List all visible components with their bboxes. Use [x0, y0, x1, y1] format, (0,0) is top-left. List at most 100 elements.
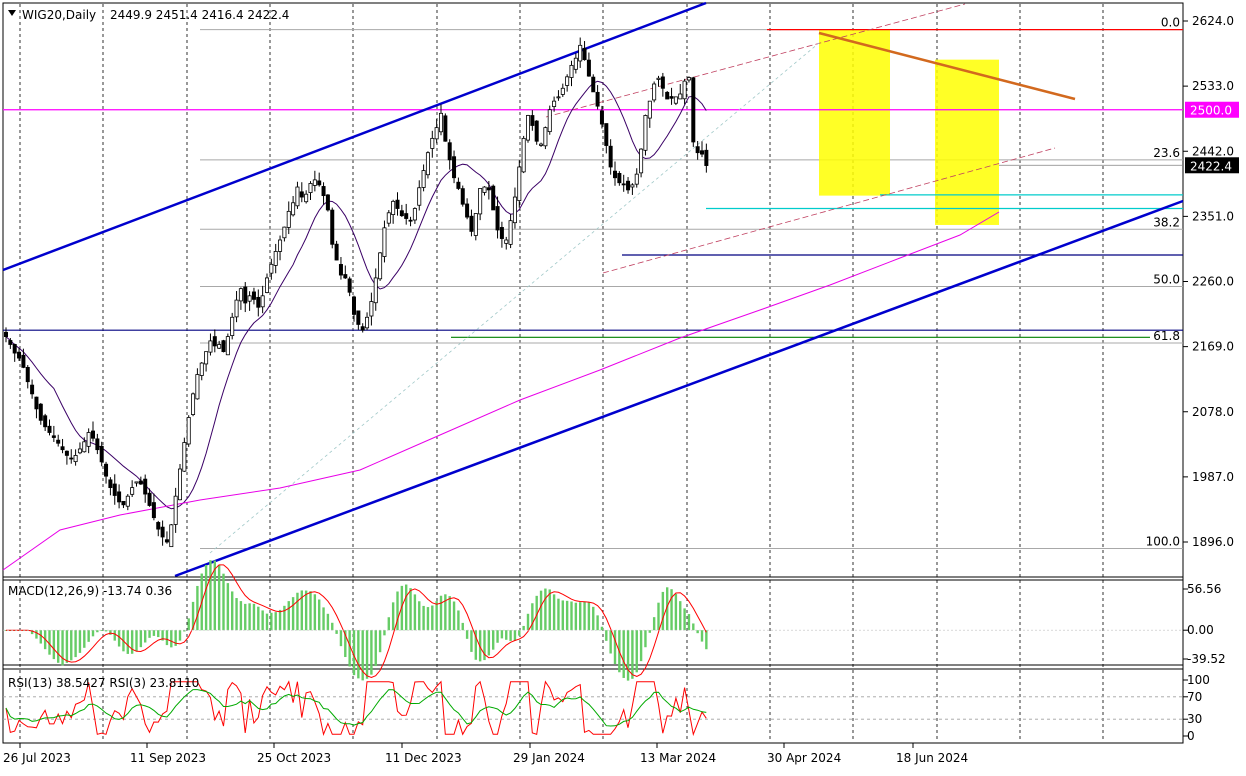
- candle-body: [465, 203, 470, 218]
- candle-body: [338, 264, 343, 276]
- macd-histogram-bar: [613, 630, 617, 665]
- candle-body: [304, 193, 309, 203]
- macd-histogram-bar: [326, 613, 330, 631]
- candle-body: [682, 80, 687, 100]
- candle-body: [686, 77, 691, 81]
- candle-body: [621, 183, 626, 186]
- macd-histogram-bar: [318, 599, 321, 631]
- macd-histogram-bar: [539, 590, 543, 631]
- time-tick-label: 30 Apr 2024: [767, 751, 841, 765]
- candle-body: [700, 150, 705, 155]
- candle-body: [251, 291, 256, 300]
- candle-body: [678, 93, 683, 100]
- candle-body: [569, 64, 574, 78]
- candle-body: [12, 344, 17, 354]
- macd-histogram-bar: [509, 630, 512, 641]
- candle-body: [417, 187, 422, 206]
- candle-body: [217, 344, 222, 349]
- macd-histogram-bar: [635, 630, 638, 673]
- candle-body: [99, 445, 104, 463]
- macd-histogram-bar: [65, 630, 69, 663]
- candle-body: [225, 336, 230, 356]
- macd-histogram-bar: [587, 602, 591, 631]
- macd-histogram-bar: [544, 588, 547, 631]
- candle-body: [295, 186, 300, 207]
- macd-histogram-bar: [639, 630, 643, 662]
- candle-body: [669, 96, 674, 99]
- time-tick-label: 11 Sep 2023: [130, 751, 206, 765]
- candle-body: [517, 166, 522, 202]
- macd-histogram-bar: [405, 584, 408, 631]
- macd-histogram-bar: [157, 630, 160, 638]
- candle-body: [604, 123, 609, 146]
- candle-body: [108, 479, 113, 489]
- candle-body: [86, 432, 91, 447]
- candle-body: [173, 495, 178, 525]
- candle-body: [530, 115, 535, 126]
- candle-body: [404, 213, 409, 219]
- candle-body: [286, 210, 291, 228]
- macd-histogram-bar: [579, 602, 582, 631]
- candle-body: [378, 252, 383, 280]
- candle-body: [652, 83, 657, 101]
- price-tick-label: 2533.0: [1192, 79, 1234, 93]
- fibonacci-label: 50.0: [1153, 273, 1180, 287]
- macd-histogram-bar: [104, 630, 108, 632]
- candle-body: [182, 442, 187, 472]
- macd-scale-label: -39.52: [1187, 652, 1226, 666]
- candle-body: [21, 354, 26, 368]
- macd-scale-label: 56.56: [1187, 582, 1221, 596]
- candle-body: [221, 340, 226, 353]
- candle-body: [626, 180, 631, 191]
- candle-body: [365, 316, 370, 329]
- candle-body: [95, 438, 100, 451]
- macd-histogram-bar: [152, 630, 156, 636]
- macd-histogram-bar: [526, 613, 530, 631]
- candle-body: [351, 296, 356, 315]
- candle-body: [91, 430, 96, 439]
- macd-histogram-bar: [196, 585, 199, 631]
- fibonacci-label: 100.0: [1146, 534, 1180, 548]
- symbol-label[interactable]: WIG20,Daily: [22, 8, 96, 22]
- macd-histogram-bar: [700, 630, 704, 642]
- macd-histogram-bar: [304, 590, 308, 631]
- candle-body: [599, 110, 604, 125]
- candle-body: [64, 450, 69, 456]
- candle-body: [386, 212, 391, 224]
- candle-body: [356, 310, 361, 325]
- candle-body: [491, 185, 496, 211]
- candle-body: [204, 351, 209, 365]
- macd-histogram-bar: [265, 613, 269, 631]
- macd-histogram-bar: [492, 630, 495, 650]
- candle-body: [691, 77, 696, 143]
- macd-histogram-bar: [187, 618, 190, 631]
- candle-body: [69, 457, 74, 460]
- candle-body: [25, 366, 30, 383]
- candle-body: [617, 173, 622, 184]
- macd-histogram-bar: [52, 630, 56, 660]
- candle-body: [456, 181, 461, 189]
- candle-body: [212, 336, 217, 347]
- macd-histogram-bar: [35, 630, 38, 639]
- candle-body: [260, 295, 265, 308]
- candle-body: [526, 115, 531, 141]
- macd-histogram-bar: [465, 630, 469, 639]
- candle-body: [443, 115, 448, 142]
- macd-histogram-bar: [574, 602, 578, 631]
- fibonacci-label: 0.0: [1161, 16, 1180, 30]
- macd-histogram-bar: [383, 630, 386, 636]
- time-tick-label: 18 Jun 2024: [896, 751, 968, 765]
- candle-body: [399, 210, 404, 217]
- candle-body: [395, 199, 400, 209]
- macd-histogram-bar: [248, 603, 251, 631]
- macd-histogram-bar: [418, 601, 421, 631]
- candle-body: [438, 112, 443, 133]
- macd-histogram-bar: [422, 605, 425, 631]
- macd-histogram-bar: [209, 560, 212, 631]
- candle-body: [4, 331, 9, 338]
- candle-body: [282, 226, 287, 239]
- macd-histogram-bar: [487, 630, 491, 656]
- candle-body: [556, 96, 561, 99]
- macd-histogram-bar: [570, 601, 573, 631]
- macd-histogram-bar: [74, 630, 77, 658]
